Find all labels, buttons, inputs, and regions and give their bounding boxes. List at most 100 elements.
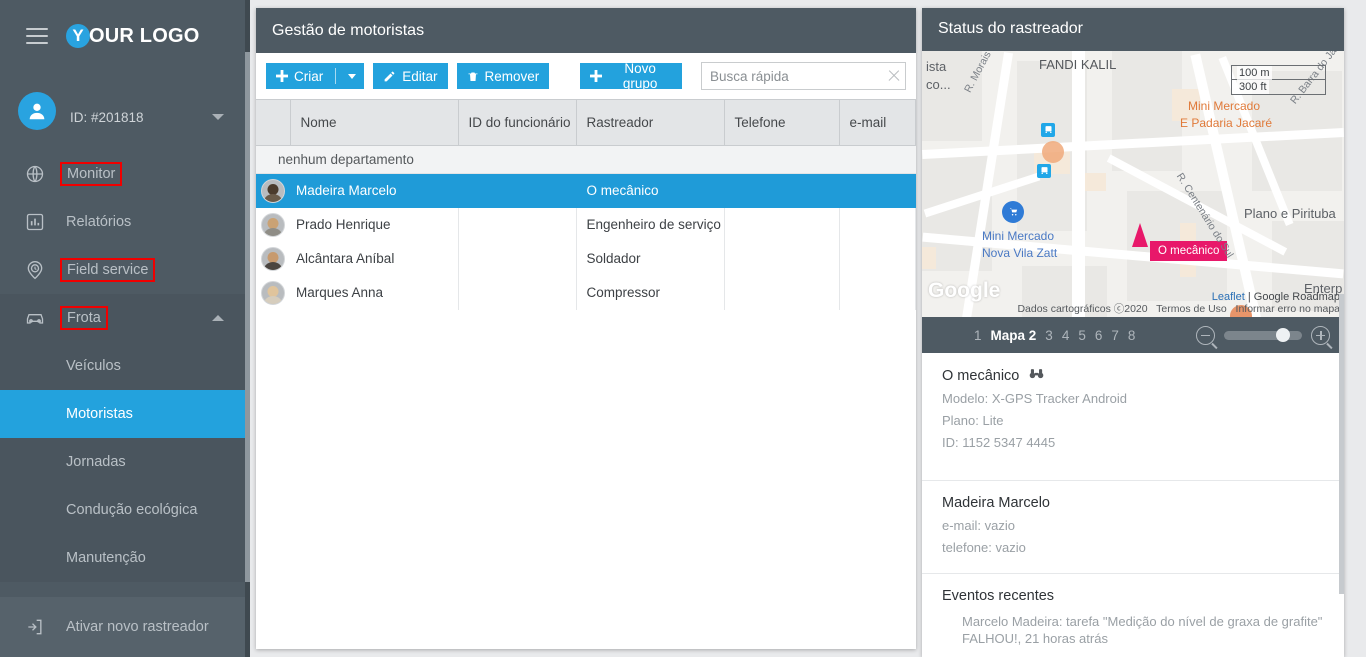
map-data-label: Dados cartográficos ⓒ2020 [1017, 303, 1148, 316]
cell-telefone [724, 275, 840, 310]
map-page-8[interactable]: 8 [1128, 328, 1136, 343]
zoom-slider[interactable] [1224, 328, 1302, 343]
cell-id-funcionario [458, 207, 577, 242]
cell-email [839, 207, 916, 242]
map-page-1[interactable]: 1 [974, 328, 982, 343]
sidebar-subitem-label: Motoristas [66, 406, 133, 422]
close-icon[interactable] [887, 69, 901, 83]
remove-button-label: Remover [484, 68, 540, 84]
activate-new-tracker-button[interactable]: Ativar novo rastreador [0, 597, 250, 657]
zoom-in-icon[interactable] [1311, 325, 1333, 349]
avatar [261, 212, 285, 237]
create-button[interactable]: Criar [266, 63, 365, 89]
user-account[interactable]: ID: #201818 [0, 72, 250, 150]
clock-pin-icon [22, 257, 48, 283]
avatar [261, 246, 285, 271]
column-header-telefone[interactable]: Telefone [724, 99, 840, 146]
cell-nome: Alcântara Aníbal [290, 241, 459, 276]
terms-of-use-link[interactable]: Termos de Uso [1156, 303, 1227, 315]
row-avatar-cell [256, 173, 290, 208]
new-group-button-label: Novo grupo [622, 61, 658, 91]
map-page-4[interactable]: 4 [1062, 328, 1070, 343]
sidebar-item-manutencao[interactable]: Manutenção [0, 534, 250, 582]
cell-id-funcionario [458, 173, 577, 208]
table-group-row[interactable]: nenhum departamento [256, 145, 916, 174]
map-page-3[interactable]: 3 [1045, 328, 1053, 343]
search-input[interactable] [710, 68, 887, 84]
cell-email [839, 173, 916, 208]
button-divider [335, 68, 337, 84]
column-header-rastreador[interactable]: Rastreador [576, 99, 725, 146]
globe-icon [22, 161, 48, 187]
store-pin-icon [1002, 200, 1024, 231]
right-panel-scrollbar[interactable] [1339, 294, 1344, 654]
chevron-down-icon[interactable] [212, 114, 224, 120]
row-avatar-cell [256, 208, 290, 242]
sidebar-item-monitor[interactable]: Monitor [0, 150, 250, 198]
driver-phone: telefone: vazio [942, 540, 1026, 556]
cell-telefone [724, 241, 840, 276]
edit-button[interactable]: Editar [373, 63, 448, 89]
cell-telefone [724, 173, 840, 208]
table-body: nenhum departamento Madeira Marcelo O me… [256, 145, 916, 310]
map[interactable]: O mecânico ista co... R. Morais Madureir… [922, 50, 1344, 318]
map-label: Nova Vila Zatt [982, 245, 1058, 260]
tracker-plan: Plano: Lite [942, 413, 1004, 429]
binoculars-icon[interactable] [1029, 367, 1044, 384]
sidebar-item-label: Field service [59, 258, 156, 282]
table-group-label: nenhum departamento [256, 145, 916, 174]
map-label: Plano e Pirituba [1244, 205, 1336, 221]
page-title-text: Gestão de motoristas [272, 21, 425, 39]
chevron-up-icon [212, 315, 224, 321]
zoom-out-icon[interactable] [1196, 325, 1218, 349]
sidebar-item-conducao-ecologica[interactable]: Condução ecológica [0, 486, 250, 534]
cell-rastreador: O mecânico [576, 173, 725, 208]
menu-icon[interactable] [26, 28, 48, 44]
new-group-button[interactable]: Novo grupo [580, 61, 682, 91]
login-icon [22, 614, 48, 640]
recent-event-line-2: FALHOU!, 21 horas atrás [962, 631, 1108, 647]
table-row[interactable]: Alcântara Aníbal Soldador [256, 241, 916, 276]
sidebar-item-jornadas[interactable]: Jornadas [0, 438, 250, 486]
vehicle-marker-icon[interactable] [1132, 222, 1148, 247]
sidebar-subitem-label: Condução ecológica [66, 502, 198, 518]
column-header-email[interactable]: e-mail [839, 99, 916, 146]
logo-mark: Y [66, 24, 90, 48]
app-logo[interactable]: Y OUR LOGO [66, 24, 200, 48]
avatar [261, 178, 285, 203]
google-logo: Google [928, 279, 1001, 303]
sidebar-item-field-service[interactable]: Field service [0, 246, 250, 294]
scrollbar-thumb[interactable] [1339, 294, 1344, 594]
table-row[interactable]: Marques Anna Compressor [256, 275, 916, 310]
activate-new-tracker-label: Ativar novo rastreador [66, 619, 209, 635]
recent-events-title: Eventos recentes [942, 588, 1055, 605]
map-page-5[interactable]: 5 [1078, 328, 1086, 343]
app-root: Y OUR LOGO ID: #201818 Monitor Relatório… [0, 0, 1366, 657]
sidebar-item-motoristas[interactable]: Motoristas [0, 390, 250, 438]
create-button-label: Criar [294, 68, 324, 84]
tracker-id: ID: 1152 5347 4445 [942, 435, 1056, 451]
map-page-7[interactable]: 7 [1111, 328, 1119, 343]
plus-icon [590, 70, 603, 82]
report-map-error-link[interactable]: Informar erro no mapa [1236, 303, 1340, 315]
tracker-status-title-text: Status do rastreador [938, 20, 1083, 38]
map-scale-bar: 100 m 300 ft [1231, 64, 1326, 95]
column-header-nome[interactable]: Nome [290, 99, 459, 146]
create-dropdown-toggle[interactable] [344, 73, 364, 79]
map-page-2[interactable]: Mapa 2 [991, 328, 1037, 343]
zoom-slider-knob[interactable] [1276, 328, 1290, 343]
column-header-avatar [256, 99, 291, 146]
cell-rastreador: Soldador [576, 241, 725, 276]
table-row[interactable]: Prado Henrique Engenheiro de serviço [256, 207, 916, 242]
search-box[interactable] [701, 62, 906, 90]
sidebar-item-relatorios[interactable]: Relatórios [0, 198, 250, 246]
remove-button[interactable]: Remover [456, 63, 550, 89]
sidebar-item-veiculos[interactable]: Veículos [0, 342, 250, 390]
tracker-model: Modelo: X-GPS Tracker Android [942, 391, 1127, 407]
table-row[interactable]: Madeira Marcelo O mecânico [256, 173, 916, 208]
map-page-6[interactable]: 6 [1095, 328, 1103, 343]
recent-event-line-1: Marcelo Madeira: tarefa "Medição do níve… [962, 614, 1323, 630]
column-header-id-funcionario[interactable]: ID do funcionário [458, 99, 577, 146]
sidebar-item-frota[interactable]: Frota [0, 294, 250, 342]
sidebar-header: Y OUR LOGO [0, 0, 250, 72]
